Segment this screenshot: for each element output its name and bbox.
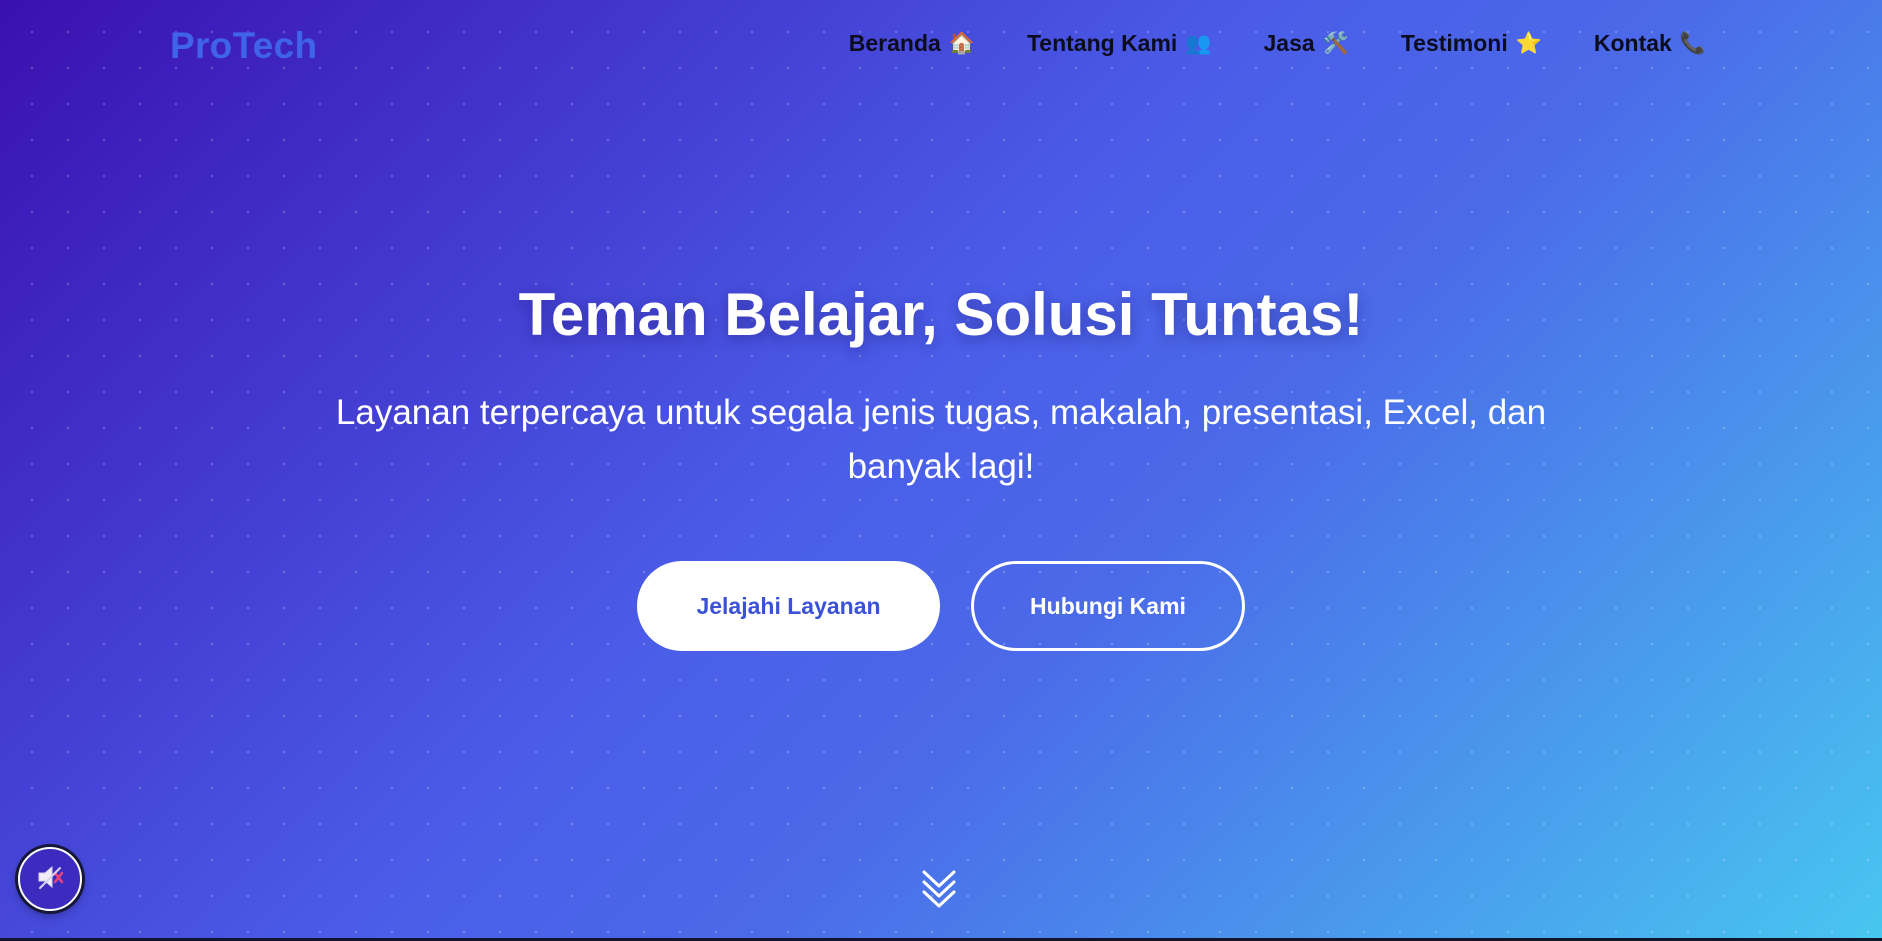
nav-menu: Beranda 🏠 Tentang Kami 👥 Jasa 🛠️ Testimo… bbox=[849, 30, 1706, 57]
nav-item-jasa[interactable]: Jasa 🛠️ bbox=[1263, 30, 1348, 57]
speaker-muted-icon bbox=[35, 862, 65, 897]
phone-icon: 📞 bbox=[1679, 31, 1706, 55]
nav-item-label: Testimoni bbox=[1400, 30, 1508, 56]
nav-item-kontak[interactable]: Kontak 📞 bbox=[1594, 30, 1706, 57]
star-icon: ⭐ bbox=[1515, 31, 1542, 55]
nav-item-label: Jasa bbox=[1263, 30, 1315, 56]
double-chevron-down-icon[interactable] bbox=[921, 868, 957, 910]
tools-icon: 🛠️ bbox=[1322, 31, 1349, 55]
explore-services-button[interactable]: Jelajahi Layanan bbox=[637, 561, 940, 651]
nav-item-label: Tentang Kami bbox=[1026, 30, 1178, 56]
nav-item-testimoni[interactable]: Testimoni ⭐ bbox=[1401, 30, 1542, 57]
contact-us-button[interactable]: Hubungi Kami bbox=[971, 561, 1245, 651]
people-icon: 👥 bbox=[1185, 31, 1212, 55]
nav-item-tentang-kami[interactable]: Tentang Kami 👥 bbox=[1027, 30, 1212, 57]
nav-item-label: Kontak bbox=[1593, 30, 1672, 56]
brand-logo[interactable]: ProTech bbox=[170, 25, 317, 67]
hero-section: Teman Belajar, Solusi Tuntas! Layanan te… bbox=[0, 280, 1882, 651]
hero-actions: Jelajahi Layanan Hubungi Kami bbox=[0, 561, 1882, 651]
hero-title: Teman Belajar, Solusi Tuntas! bbox=[518, 281, 1364, 348]
nav-item-beranda[interactable]: Beranda 🏠 bbox=[849, 30, 975, 57]
house-icon: 🏠 bbox=[948, 31, 975, 55]
hero-subtitle: Layanan terpercaya untuk segala jenis tu… bbox=[335, 393, 1547, 486]
top-navbar: ProTech Beranda 🏠 Tentang Kami 👥 Jasa 🛠️… bbox=[0, 0, 1882, 90]
sound-toggle-button[interactable] bbox=[18, 847, 82, 911]
nav-item-label: Beranda bbox=[848, 30, 941, 56]
